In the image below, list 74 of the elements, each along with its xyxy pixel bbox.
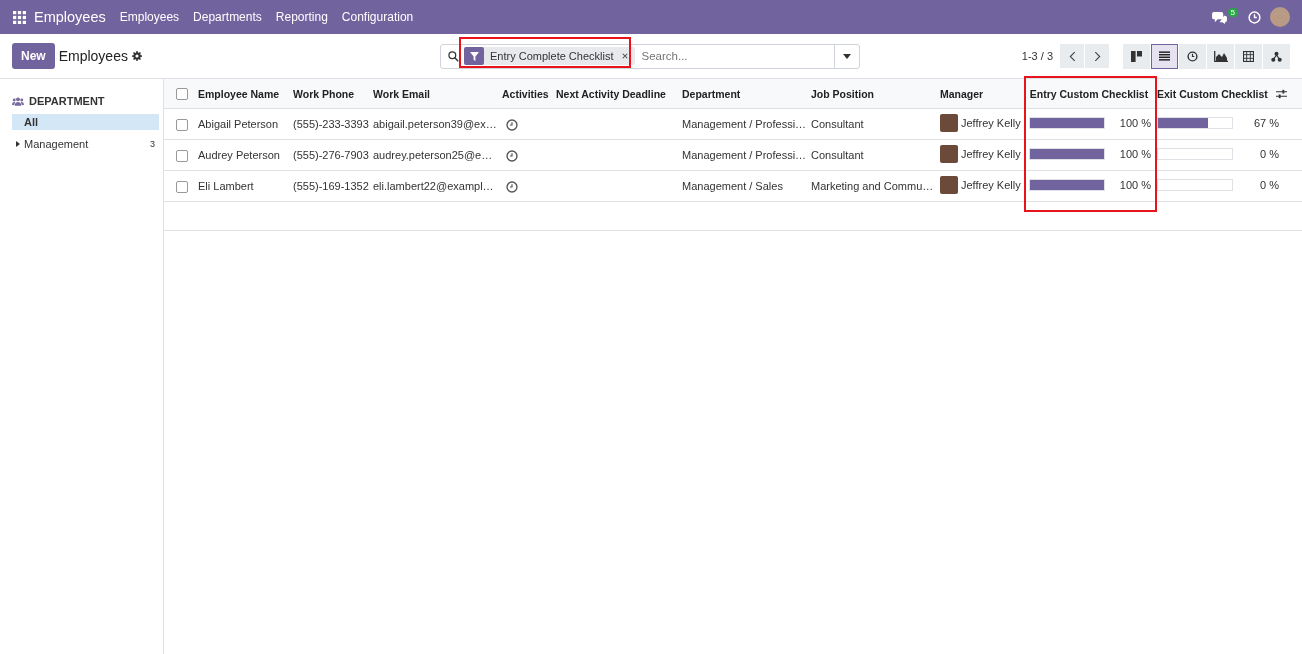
menu-item[interactable]: Departments xyxy=(193,10,262,24)
select-all-checkbox[interactable] xyxy=(176,88,188,101)
photo-placeholder xyxy=(940,114,958,132)
table-cell: Management / Professi… xyxy=(682,149,807,161)
facet-label: Entry Complete Checklist xyxy=(490,50,614,62)
table-cell: Management / Sales xyxy=(682,180,783,192)
table-cell: (555)-169-1352 xyxy=(293,180,369,192)
menu-item[interactable]: Employees xyxy=(119,10,180,24)
remove-facet-icon[interactable] xyxy=(621,53,628,59)
breadcrumb-title: Employees xyxy=(58,48,128,64)
department-item[interactable]: All xyxy=(12,114,159,130)
expand-caret-icon[interactable] xyxy=(16,141,20,147)
table-cell: Jeffrey Kelly xyxy=(961,117,1021,129)
progress-reading: 100 % xyxy=(1118,117,1151,129)
sidebar-heading: DEPARTMENT xyxy=(29,95,105,107)
progress-reading: 100 % xyxy=(1118,179,1151,191)
progress-reading: 0 % xyxy=(1259,148,1279,160)
table-cell: audrey.peterson25@e… xyxy=(373,149,493,161)
activity-view-button[interactable] xyxy=(1179,43,1206,69)
hierarchy-view-button[interactable] xyxy=(1263,43,1290,69)
area-chart-icon[interactable] xyxy=(1213,50,1228,62)
table-cell: Jeffrey Kelly xyxy=(961,148,1021,160)
new-button[interactable]: New xyxy=(12,43,55,69)
message-count-badge: 5 xyxy=(1227,7,1238,17)
menu-item[interactable]: Reporting xyxy=(275,10,328,24)
table-cell: Abigail Peterson xyxy=(198,118,279,130)
menu-item[interactable]: Configuration xyxy=(341,10,414,24)
table-cell: (555)-233-3393 xyxy=(293,118,369,130)
clock-icon[interactable] xyxy=(506,118,518,131)
progress-reading: 0 % xyxy=(1259,179,1279,191)
apps-grid-icon[interactable] xyxy=(13,10,26,24)
hierarchy-icon[interactable] xyxy=(1271,50,1282,62)
graph-view-button[interactable] xyxy=(1207,43,1234,69)
clock-icon[interactable] xyxy=(506,149,518,162)
kanban-icon[interactable] xyxy=(1131,50,1142,62)
table-cell: Marketing and Commu… xyxy=(811,180,934,192)
photo-placeholder xyxy=(940,176,958,194)
row-checkbox[interactable] xyxy=(176,180,188,193)
column-header[interactable]: Department xyxy=(682,87,741,100)
table-cell: Consultant xyxy=(811,149,864,161)
chat-icon[interactable] xyxy=(1211,10,1227,24)
search-icon xyxy=(448,50,459,62)
chevron-left-icon[interactable] xyxy=(1068,50,1076,62)
kanban-view-button[interactable] xyxy=(1123,43,1150,69)
pivot-view-button[interactable] xyxy=(1235,43,1262,69)
table-cell: Jeffrey Kelly xyxy=(961,179,1021,191)
table-cell: eli.lambert22@exampl… xyxy=(373,180,494,192)
filter-icon xyxy=(464,47,484,65)
table-cell: Management / Professi… xyxy=(682,118,807,130)
clock-icon[interactable] xyxy=(1187,50,1198,62)
list-view-button[interactable] xyxy=(1151,43,1178,69)
row-checkbox[interactable] xyxy=(176,149,188,162)
table-cell: (555)-276-7903 xyxy=(293,149,369,161)
progress-reading: 100 % xyxy=(1118,148,1151,160)
column-header[interactable]: Work Email xyxy=(373,87,430,100)
people-icon xyxy=(12,96,24,106)
grid-table-icon[interactable] xyxy=(1243,50,1254,62)
chevron-right-icon[interactable] xyxy=(1093,50,1101,62)
gear-icon[interactable] xyxy=(131,51,142,61)
pager-value[interactable]: 1-3 / 3 xyxy=(1021,50,1053,62)
table-cell: Audrey Peterson xyxy=(198,149,280,161)
app-name[interactable]: Employees xyxy=(34,9,106,25)
caret-icon[interactable] xyxy=(843,53,851,59)
row-checkbox[interactable] xyxy=(176,118,188,131)
column-settings-icon[interactable] xyxy=(1275,88,1287,99)
table-cell: Eli Lambert xyxy=(198,180,254,192)
department-item[interactable]: Management 3 xyxy=(12,136,159,152)
clock-icon[interactable] xyxy=(506,180,518,193)
table-cell: abigail.peterson39@ex… xyxy=(373,118,497,130)
search-bar[interactable]: Entry Complete Checklist Search... xyxy=(440,43,860,69)
table-cell: Consultant xyxy=(811,118,864,130)
progress-reading: 67 % xyxy=(1252,117,1279,129)
photo-placeholder xyxy=(940,145,958,163)
list-icon[interactable] xyxy=(1159,51,1170,61)
